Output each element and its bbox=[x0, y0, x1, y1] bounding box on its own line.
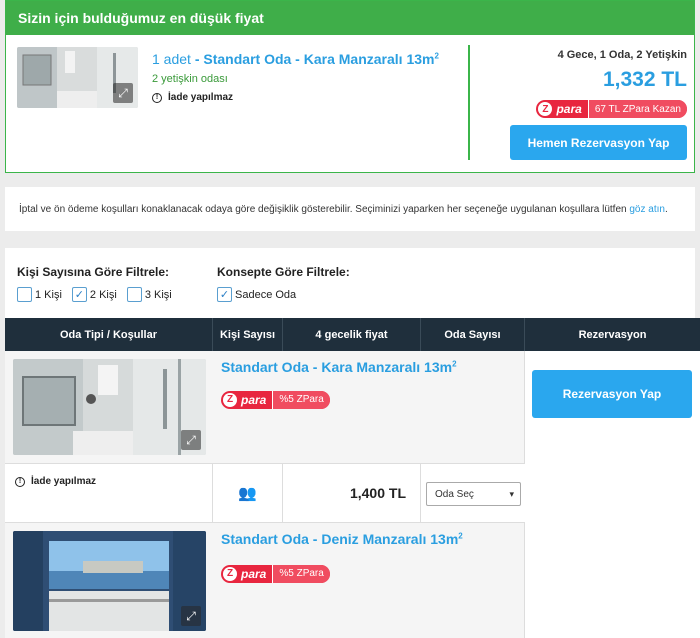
zpara-badge: Z para 67 TL ZPara Kazan bbox=[536, 100, 687, 118]
col-persons: Kişi Sayısı bbox=[213, 318, 283, 351]
checkbox-2-person[interactable]: ✓ bbox=[71, 287, 87, 302]
rooms-table: Oda Tipi / Koşullar Kişi Sayısı 4 geceli… bbox=[5, 318, 700, 638]
expand-icon[interactable]: ⤢ bbox=[181, 606, 201, 626]
room-title[interactable]: Standart Oda - Kara Manzaralı 13m2 bbox=[221, 359, 457, 375]
people-filter: Kişi Sayısına Göre Filtrele: 1 Kişi ✓ 2 … bbox=[17, 265, 172, 302]
filter-3-person[interactable]: 3 Kişi bbox=[126, 287, 172, 302]
expand-icon[interactable]: ⤢ bbox=[181, 430, 201, 450]
col-price: 4 gecelik fiyat bbox=[283, 318, 421, 351]
non-refundable-label: İade yapılmaz bbox=[31, 476, 97, 487]
filter-label: 3 Kişi bbox=[144, 288, 172, 301]
room-size-sup: 2 bbox=[434, 51, 439, 61]
room-title[interactable]: Standart Oda - Deniz Manzaralı 13m2 bbox=[221, 531, 463, 547]
book-now-button[interactable]: Hemen Rezervasyon Yap bbox=[510, 125, 687, 160]
zpara-rate: %5 ZPara bbox=[272, 564, 330, 583]
people-filter-title: Kişi Sayısına Göre Filtrele: bbox=[17, 265, 170, 279]
table-header: Oda Tipi / Koşullar Kişi Sayısı 4 geceli… bbox=[5, 318, 700, 351]
two-persons-icon: 👥 bbox=[238, 485, 257, 502]
zpara-badge: Z para %5 ZPara bbox=[221, 389, 330, 409]
zpara-badge: Z para %5 ZPara bbox=[221, 563, 330, 583]
best-offer-box: Sizin için bulduğumuz en düşük fiyat ⤢ 1… bbox=[5, 0, 695, 173]
non-refundable-note: ! İade yapılmaz bbox=[15, 476, 212, 487]
rate-price-value: 1,400 TL bbox=[349, 485, 406, 501]
best-offer-info: 1 adet - Standart Oda - Kara Manzaralı 1… bbox=[152, 51, 439, 103]
info-icon: ! bbox=[15, 476, 25, 487]
notice-link[interactable]: göz atın bbox=[629, 204, 665, 215]
rate-condition: ! İade yapılmaz bbox=[5, 464, 213, 522]
room-photo[interactable]: ⤢ bbox=[13, 359, 206, 455]
zpara-rate: %5 ZPara bbox=[272, 390, 330, 409]
room-name: Standart Oda - Kara Manzaralı 13m bbox=[221, 359, 453, 375]
room-quantity: 1 adet bbox=[152, 51, 191, 67]
expand-icon[interactable]: ⤢ bbox=[113, 83, 133, 103]
zpara-brand: para bbox=[241, 566, 267, 581]
reserve-button[interactable]: Rezervasyon Yap bbox=[532, 370, 692, 418]
divider bbox=[468, 45, 470, 160]
stay-summary: 4 Gece, 1 Oda, 2 Yetişkin bbox=[557, 49, 687, 61]
zpara-brand: para bbox=[241, 392, 267, 407]
rate-row: ! İade yapılmaz 👥 1,400 TL Oda Seç ▾ bbox=[5, 463, 525, 523]
reservation-column: Rezervasyon Yap bbox=[525, 351, 700, 638]
col-room-type: Oda Tipi / Koşullar bbox=[5, 318, 213, 351]
filter-label: 2 Kişi bbox=[89, 288, 117, 301]
checkbox-room-only[interactable]: ✓ bbox=[217, 287, 232, 302]
best-offer-pricing: 4 Gece, 1 Oda, 2 Yetişkin 1,332 TL Z par… bbox=[536, 49, 687, 118]
room-name: Standart Oda - Kara Manzaralı 13m bbox=[203, 51, 435, 67]
col-reservation: Rezervasyon bbox=[578, 328, 647, 341]
best-offer-room-title[interactable]: 1 adet - Standart Oda - Kara Manzaralı 1… bbox=[152, 51, 439, 67]
checkbox-3-person[interactable] bbox=[126, 287, 142, 302]
room-name: Standart Oda - Deniz Manzaralı 13m bbox=[221, 531, 459, 547]
guest-info: 2 yetişkin odası bbox=[152, 73, 228, 85]
rate-price: 1,400 TL bbox=[283, 464, 421, 522]
room-row: ⤢ Standart Oda - Deniz Manzaralı 13m2 Z … bbox=[5, 523, 525, 638]
filters-panel: Kişi Sayısına Göre Filtrele: 1 Kişi ✓ 2 … bbox=[5, 248, 695, 318]
title-separator: - bbox=[194, 51, 200, 67]
best-price: 1,332 TL bbox=[602, 68, 687, 91]
notice-text: İptal ve ön ödeme koşulları konaklanacak… bbox=[19, 204, 627, 215]
filter-label: 1 Kişi bbox=[35, 288, 62, 301]
concept-filter: Konsepte Göre Filtrele: ✓ Sadece Oda bbox=[217, 265, 350, 302]
notice-end: . bbox=[664, 204, 668, 215]
zpara-logo-icon: Z bbox=[223, 566, 237, 581]
room-row: ⤢ Standart Oda - Kara Manzaralı 13m2 Z p… bbox=[5, 351, 525, 463]
col-room-count: Oda Sayısı bbox=[421, 318, 525, 351]
filter-room-only[interactable]: ✓ Sadece Oda bbox=[217, 287, 296, 302]
chevron-down-icon: ▾ bbox=[509, 488, 514, 499]
room-count-value: Oda Seç bbox=[435, 488, 474, 500]
zpara-brand: para bbox=[556, 102, 582, 116]
rate-room-count: Oda Seç ▾ bbox=[421, 464, 525, 522]
room-size-sup: 2 bbox=[458, 531, 463, 541]
best-offer-header: Sizin için bulduğumuz en düşük fiyat bbox=[6, 1, 694, 35]
room-size-sup: 2 bbox=[452, 359, 457, 369]
cancellation-notice: İptal ve ön ödeme koşulları konaklanacak… bbox=[5, 187, 695, 231]
filter-1-person[interactable]: 1 Kişi bbox=[17, 287, 62, 302]
rate-persons: 👥 bbox=[213, 464, 283, 522]
zpara-logo-icon: Z bbox=[223, 392, 237, 407]
best-offer-room-photo[interactable]: ⤢ bbox=[17, 47, 138, 108]
filter-label: Sadece Oda bbox=[235, 288, 297, 301]
room-count-select[interactable]: Oda Seç ▾ bbox=[426, 482, 521, 506]
info-icon: ! bbox=[152, 92, 162, 103]
concept-filter-title: Konsepte Göre Filtrele: bbox=[217, 265, 350, 279]
non-refundable-label: İade yapılmaz bbox=[168, 92, 234, 103]
room-photo[interactable]: ⤢ bbox=[13, 531, 206, 631]
checkbox-1-person[interactable] bbox=[17, 287, 32, 302]
non-refundable-note: ! İade yapılmaz bbox=[152, 92, 439, 103]
zpara-logo-icon: Z bbox=[538, 102, 553, 116]
zpara-reward: 67 TL ZPara Kazan bbox=[587, 100, 687, 118]
filter-2-person[interactable]: ✓ 2 Kişi bbox=[71, 287, 117, 302]
